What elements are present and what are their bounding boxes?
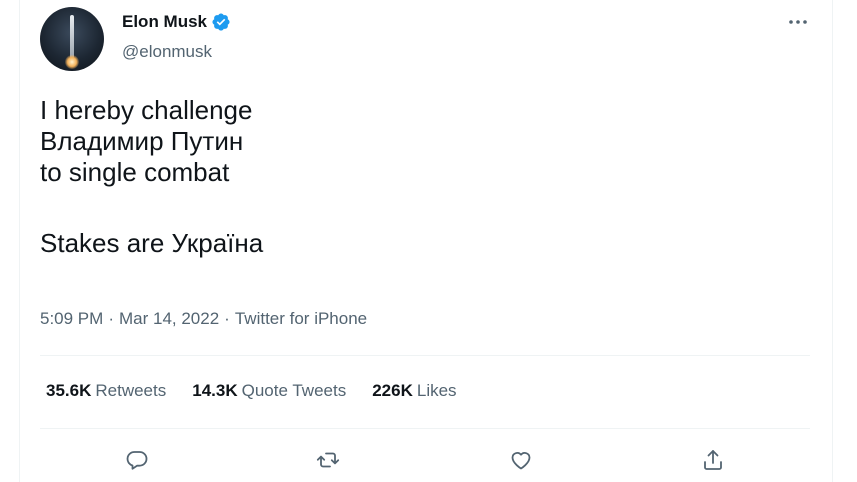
tweet-text: I hereby challenge Владимир Путин to sin…: [40, 95, 263, 259]
quote-tweets-count: 14.3K: [192, 381, 238, 400]
quote-tweets-stat[interactable]: 14.3K Quote Tweets: [192, 381, 346, 401]
action-bar: [0, 445, 857, 475]
column-border-right: [832, 0, 833, 482]
tweet-text-line: Владимир Путин: [40, 126, 244, 156]
more-options-icon[interactable]: [786, 10, 810, 34]
likes-stat[interactable]: 226K Likes: [372, 381, 456, 401]
column-border-left: [19, 0, 20, 482]
like-icon[interactable]: [506, 445, 536, 475]
flame-icon: [65, 55, 79, 69]
verified-badge-icon: [211, 12, 231, 32]
tweet-time[interactable]: 5:09 PM: [40, 309, 103, 328]
retweets-stat[interactable]: 35.6K Retweets: [46, 381, 166, 401]
engagement-stats: 35.6K Retweets 14.3K Quote Tweets 226K Like…: [46, 381, 483, 401]
likes-count: 226K: [372, 381, 413, 400]
tweet-source[interactable]: Twitter for iPhone: [235, 309, 367, 328]
divider: [40, 428, 810, 429]
quote-tweets-label: Quote Tweets: [241, 381, 347, 400]
tweet-card: Elon Musk @elonmusk I hereby challenge В…: [0, 0, 857, 482]
share-icon[interactable]: [698, 445, 728, 475]
retweet-icon[interactable]: [313, 445, 343, 475]
tweet-text-line: I hereby challenge: [40, 95, 253, 125]
divider: [40, 355, 810, 356]
handle[interactable]: @elonmusk: [122, 42, 212, 62]
retweets-label: Retweets: [95, 381, 167, 400]
tweet-text-line: to single combat: [40, 157, 230, 187]
tweet-text-line: Stakes are Україна: [40, 228, 264, 258]
retweets-count: 35.6K: [46, 381, 92, 400]
author-name-row[interactable]: Elon Musk: [122, 12, 231, 32]
tweet-date[interactable]: Mar 14, 2022: [119, 309, 219, 328]
meta-separator: ·: [108, 309, 114, 328]
avatar[interactable]: [40, 7, 104, 71]
reply-icon[interactable]: [122, 445, 152, 475]
rocket-icon: [70, 15, 74, 59]
likes-label: Likes: [416, 381, 457, 400]
tweet-meta: 5:09 PM · Mar 14, 2022 · Twitter for iPhone: [40, 309, 367, 329]
display-name[interactable]: Elon Musk: [122, 12, 207, 32]
meta-separator: ·: [224, 309, 230, 328]
